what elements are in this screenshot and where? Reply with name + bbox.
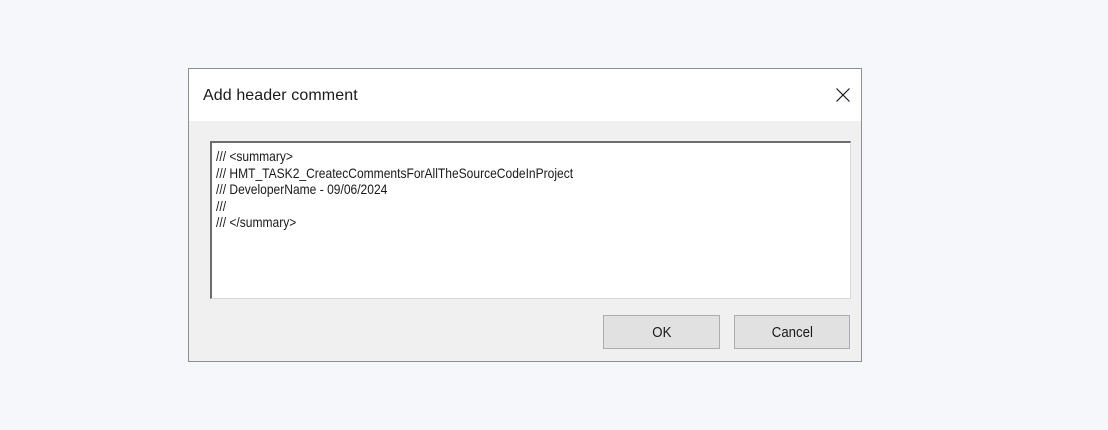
comment-text: /// <summary> /// HMT_TASK2_CreatecComme… — [216, 148, 574, 230]
close-icon — [836, 88, 850, 102]
cancel-button[interactable]: Cancel — [734, 315, 850, 349]
cancel-button-label: Cancel — [771, 323, 813, 341]
ok-button[interactable]: OK — [603, 315, 720, 349]
ok-button-label: OK — [651, 323, 672, 341]
add-header-comment-dialog: Add header comment /// <summary> /// HMT… — [188, 68, 862, 362]
header-comment-textarea[interactable]: /// <summary> /// HMT_TASK2_CreatecComme… — [210, 141, 851, 299]
dialog-titlebar: Add header comment — [189, 69, 861, 121]
dialog-title: Add header comment — [203, 87, 358, 104]
close-button[interactable] — [829, 81, 857, 109]
